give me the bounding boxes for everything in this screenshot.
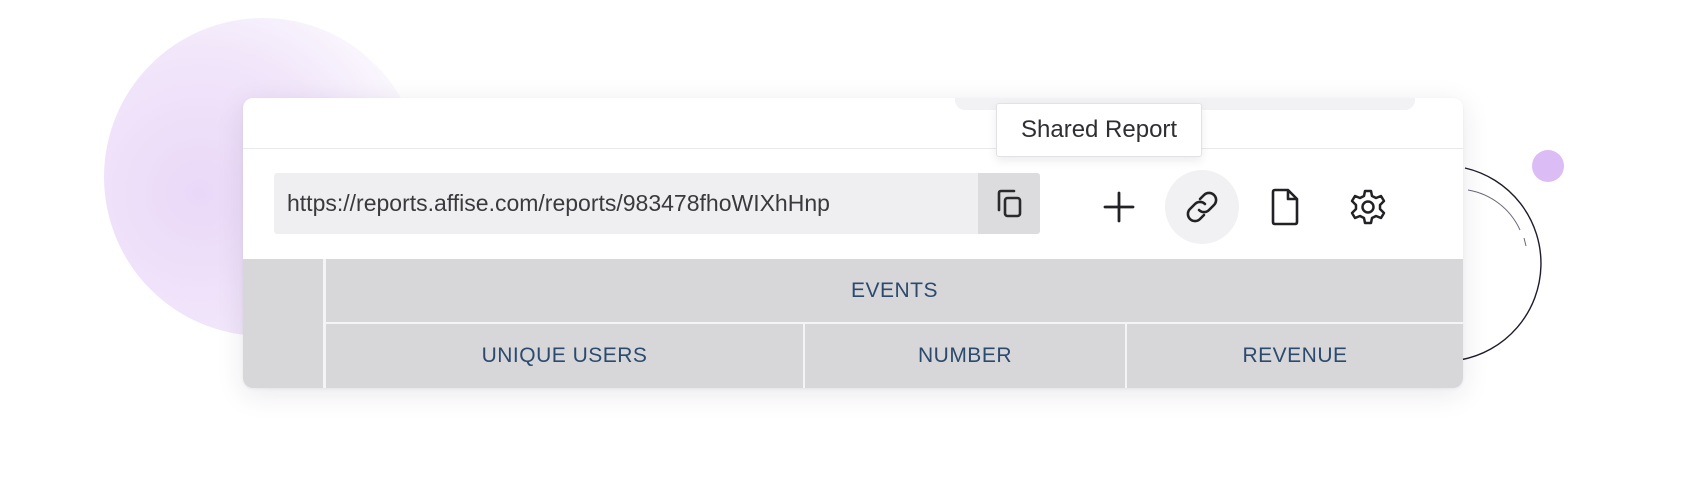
plus-icon — [1103, 191, 1135, 223]
export-button[interactable] — [1248, 170, 1322, 244]
settings-button[interactable] — [1331, 170, 1405, 244]
link-icon — [1186, 191, 1218, 223]
column-header-number[interactable]: NUMBER — [805, 324, 1125, 388]
gear-icon — [1350, 189, 1386, 225]
column-header-revenue[interactable]: REVENUE — [1127, 324, 1463, 388]
copy-url-button[interactable] — [978, 173, 1040, 234]
report-card: https://reports.affise.com/reports/98347… — [243, 98, 1463, 388]
add-button[interactable] — [1082, 170, 1156, 244]
share-url-field[interactable]: https://reports.affise.com/reports/98347… — [274, 173, 1040, 234]
copy-icon — [997, 189, 1022, 217]
file-icon — [1271, 188, 1299, 226]
share-url-text[interactable]: https://reports.affise.com/reports/98347… — [287, 173, 830, 234]
card-top-bar — [243, 98, 1463, 149]
table-header: EVENTS UNIQUE USERS NUMBER REVENUE — [243, 259, 1463, 388]
report-toolbar: https://reports.affise.com/reports/98347… — [243, 149, 1463, 257]
events-group-header[interactable]: EVENTS — [326, 259, 1463, 322]
column-header-unique-users[interactable]: UNIQUE USERS — [326, 324, 803, 388]
share-link-button[interactable] — [1165, 170, 1239, 244]
shared-report-tooltip: Shared Report — [996, 103, 1203, 157]
screen: https://reports.affise.com/reports/98347… — [0, 0, 1704, 486]
